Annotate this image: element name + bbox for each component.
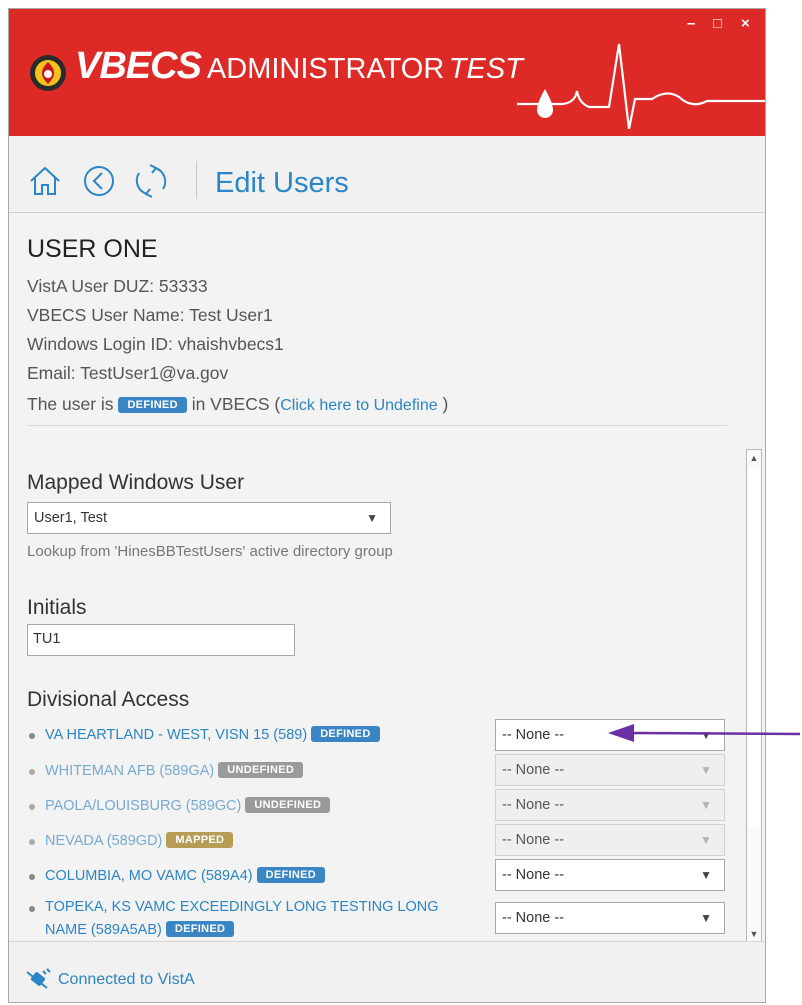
- division-role-value: -- None --: [502, 867, 565, 883]
- lookup-hint: Lookup from 'HinesBBTestUsers' active di…: [27, 543, 393, 560]
- status-prefix: The user is: [27, 394, 114, 414]
- division-role-value: -- None --: [502, 910, 565, 926]
- division-status-badge: MAPPED: [166, 832, 234, 848]
- division-status-badge: UNDEFINED: [218, 762, 304, 778]
- division-role-dropdown[interactable]: -- None -- ▼: [495, 902, 725, 934]
- status-bar: Connected to VistA: [9, 941, 765, 1002]
- division-role-dropdown: -- None -- ▼: [495, 754, 725, 786]
- maximize-button[interactable]: □: [713, 15, 722, 32]
- title-bar: VBECS ADMINISTRATOR TEST – □ ×: [9, 9, 765, 136]
- division-name[interactable]: NEVADA (589GD): [45, 833, 162, 849]
- division-status-badge: UNDEFINED: [245, 797, 331, 813]
- division-role-dropdown: -- None -- ▼: [495, 789, 725, 821]
- division-name[interactable]: VA HEARTLAND - WEST, VISN 15 (589): [45, 727, 307, 743]
- bullet-icon: [29, 733, 35, 739]
- undefine-link[interactable]: Click here to Undefine: [280, 397, 437, 414]
- chevron-down-icon: ▼: [700, 911, 712, 925]
- chevron-down-icon: ▼: [700, 868, 712, 882]
- division-name[interactable]: WHITEMAN AFB (589GA): [45, 763, 214, 779]
- division-role-dropdown[interactable]: -- None -- ▼: [495, 719, 725, 751]
- division-role-value: -- None --: [502, 797, 565, 813]
- edit-user-panel: USER ONE VistA User DUZ: 53333 VBECS Use…: [9, 213, 765, 943]
- division-status-badge: DEFINED: [256, 867, 326, 883]
- user-name-heading: USER ONE: [27, 235, 158, 263]
- section-divider: [27, 425, 727, 426]
- brand-env: TEST: [448, 53, 523, 85]
- back-icon[interactable]: [81, 163, 117, 199]
- connection-status: Connected to VistA: [58, 971, 195, 988]
- chevron-down-icon: ▼: [700, 763, 712, 777]
- scroll-up-icon[interactable]: ▲: [749, 452, 759, 464]
- user-login-id: Windows Login ID: vhaishvbecs1: [27, 334, 284, 354]
- heartbeat-icon: [517, 43, 765, 129]
- division-name[interactable]: PAOLA/LOUISBURG (589GC): [45, 798, 241, 814]
- user-vbecs-name: VBECS User Name: Test User1: [27, 305, 273, 325]
- user-duz: VistA User DUZ: 53333: [27, 276, 208, 296]
- division-status-badge: DEFINED: [311, 726, 380, 742]
- division-name-cont[interactable]: NAME (589A5AB): [45, 922, 162, 938]
- close-button[interactable]: ×: [741, 15, 750, 32]
- plug-connected-icon: [26, 968, 51, 989]
- bullet-icon: [29, 839, 35, 845]
- division-role-dropdown[interactable]: -- None -- ▼: [495, 859, 725, 891]
- app-window: VBECS ADMINISTRATOR TEST – □ × Edit Users: [8, 8, 766, 1003]
- status-suffix: ): [442, 394, 449, 414]
- bullet-icon: [29, 769, 35, 775]
- vbecs-logo-icon: [30, 55, 66, 91]
- chevron-down-icon: ▼: [700, 798, 712, 812]
- chevron-down-icon: ▼: [366, 511, 378, 525]
- division-role-dropdown: -- None -- ▼: [495, 824, 725, 856]
- brand-sub: ADMINISTRATOR: [206, 53, 445, 85]
- user-status-line: The user is DEFINED in VBECS (Click here…: [27, 394, 448, 415]
- user-email: Email: TestUser1@va.gov: [27, 363, 229, 383]
- division-name[interactable]: TOPEKA, KS VAMC EXCEEDINGLY LONG TESTING…: [45, 899, 438, 915]
- division-name[interactable]: COLUMBIA, MO VAMC (589A4): [45, 868, 253, 884]
- minimize-button[interactable]: –: [687, 15, 695, 32]
- chevron-down-icon: ▼: [700, 728, 712, 742]
- mapped-user-label: Mapped Windows User: [27, 471, 245, 494]
- mapped-user-dropdown[interactable]: User1, Test ▼: [27, 502, 391, 534]
- scroll-thumb[interactable]: [748, 468, 760, 828]
- division-status-badge: DEFINED: [165, 921, 235, 937]
- chevron-down-icon: ▼: [700, 833, 712, 847]
- refresh-icon[interactable]: [133, 163, 169, 199]
- status-middle: in VBECS (: [191, 394, 281, 414]
- app-brand: VBECS ADMINISTRATOR TEST: [75, 45, 523, 88]
- brand-main: VBECS: [75, 45, 202, 87]
- scroll-down-icon[interactable]: ▼: [749, 928, 759, 940]
- divisional-access-label: Divisional Access: [27, 688, 190, 711]
- home-icon[interactable]: [27, 163, 63, 199]
- initials-label: Initials: [27, 596, 87, 619]
- user-status-badge: DEFINED: [118, 397, 187, 413]
- mapped-user-value: User1, Test: [34, 510, 108, 526]
- division-role-value: -- None --: [502, 832, 565, 848]
- page-title: Edit Users: [215, 167, 349, 199]
- content-scrollbar[interactable]: ▲ ▼: [746, 449, 762, 943]
- bullet-icon: [29, 906, 35, 912]
- initials-input[interactable]: TU1: [27, 624, 295, 656]
- toolbar-divider: [196, 161, 197, 199]
- toolbar: Edit Users: [9, 136, 765, 213]
- division-role-value: -- None --: [502, 727, 565, 743]
- bullet-icon: [29, 874, 35, 880]
- division-role-value: -- None --: [502, 762, 565, 778]
- bullet-icon: [29, 804, 35, 810]
